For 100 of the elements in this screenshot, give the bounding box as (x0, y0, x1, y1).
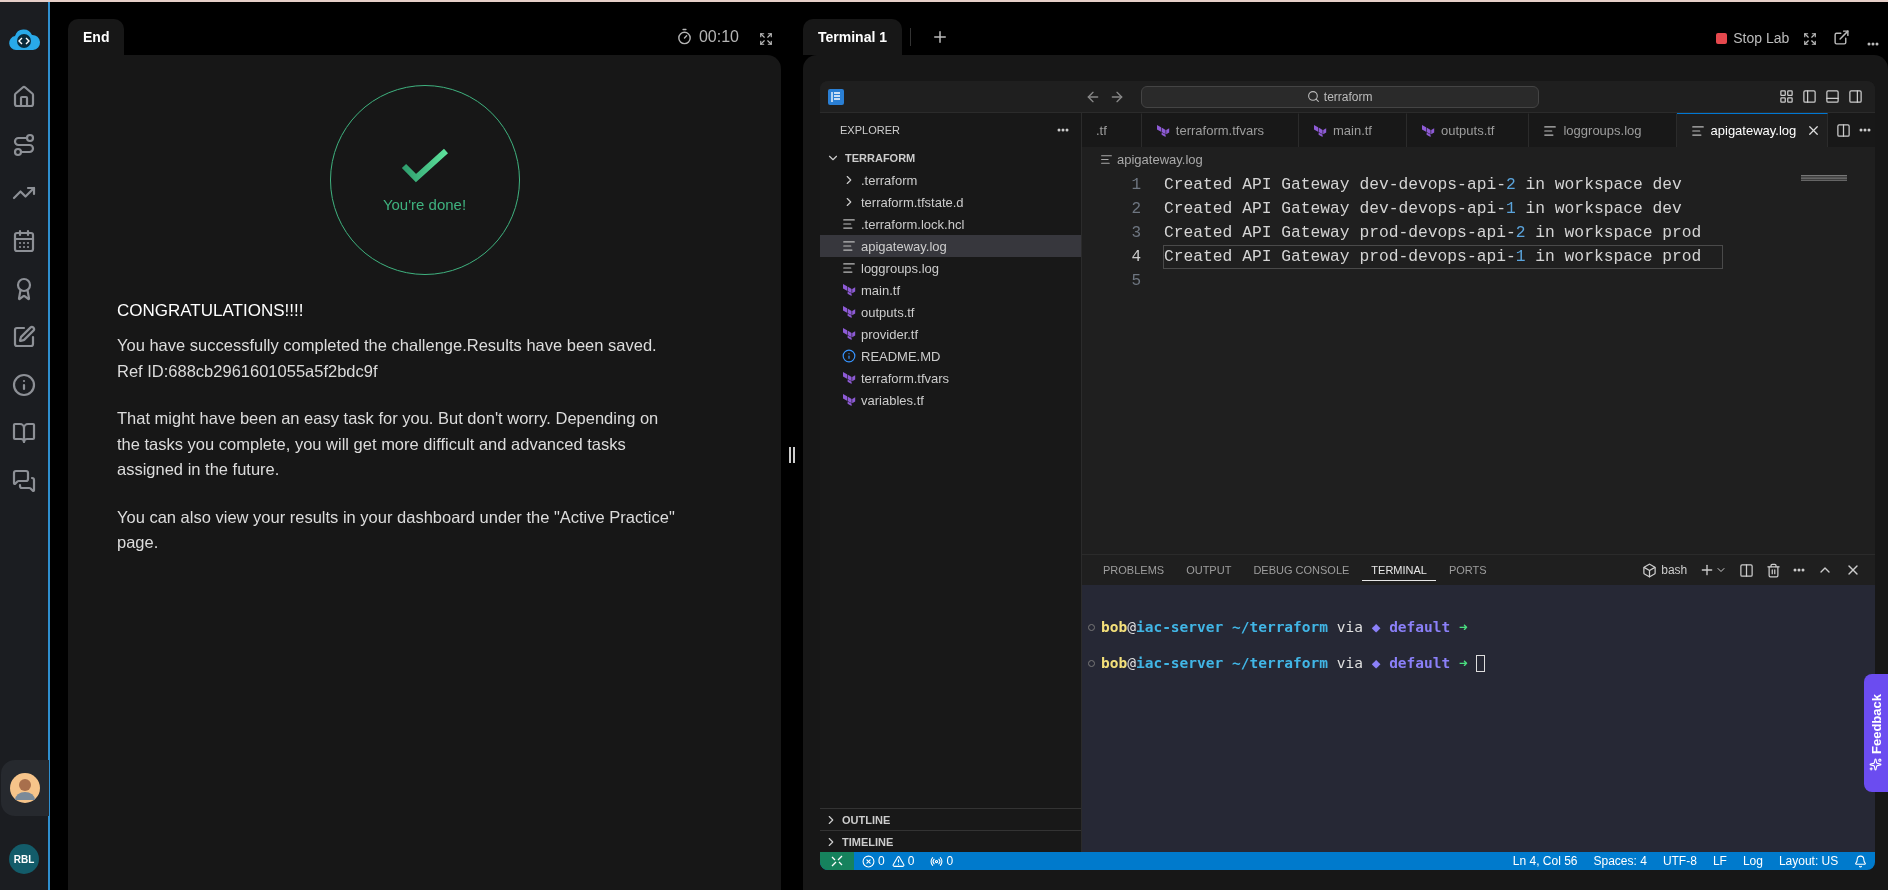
more-icon (1057, 128, 1069, 132)
terraform-icon (1421, 123, 1435, 138)
panel-tab[interactable]: DEBUG CONSOLE (1244, 559, 1359, 581)
message-paragraph: You have successfully completed the challenge.Results have been saved. Ref ID:688cb2961601055a5f2bdc9f (117, 335, 658, 382)
terraform-icon (842, 327, 856, 341)
done-text: You're done! (382, 195, 467, 213)
add-tab-button[interactable] (931, 28, 949, 46)
more-icon (1866, 42, 1881, 46)
stop-lab-button[interactable]: Stop Lab (1716, 30, 1790, 46)
file-item[interactable]: apigateway.log (820, 235, 1081, 257)
status-item[interactable]: Layout: US (1770, 852, 1847, 870)
panel-bottom-icon (1825, 89, 1841, 104)
lines-icon (1100, 152, 1113, 166)
message-paragraph: That might have been an easy task for you. But don't worry. Depending on the tasks you complete, you will get more difficult and advanced tasks assigned in the future. (117, 408, 660, 481)
status-item[interactable]: Ln 4, Col 56 (1504, 852, 1586, 870)
search-field[interactable]: terraform (1140, 85, 1539, 108)
file-item[interactable]: loggroups.log (820, 257, 1081, 279)
congrats-heading: CONGRATULATIONS!!!! (117, 301, 305, 321)
more-button[interactable] (1866, 42, 1881, 46)
lines-icon (842, 261, 856, 275)
section-header[interactable]: OUTLINE (820, 808, 1081, 830)
file-item[interactable]: main.tf (820, 279, 1081, 301)
breadcrumb[interactable]: apigateway.log (1082, 147, 1876, 171)
info-icon (12, 373, 36, 397)
trash-icon (1766, 562, 1782, 578)
terraform-icon (1312, 123, 1327, 138)
stop-icon (1716, 32, 1728, 44)
terraform-icon (1155, 123, 1170, 138)
lines-icon (842, 217, 856, 231)
check-icon (400, 147, 449, 184)
file-item[interactable]: terraform.tfvars (820, 367, 1081, 389)
code-line: Created API Gateway dev-devops-api-1 in workspace dev (1163, 198, 1683, 220)
minimap-drawing[interactable] (1801, 175, 1848, 181)
grid-icon (1779, 89, 1795, 104)
terminal-line: bob@iac-server ~/terraform via ◆ default ➜ (1101, 654, 1485, 672)
status-item[interactable]: LF (1704, 852, 1735, 870)
bell-icon (1854, 854, 1868, 868)
file-item[interactable]: .terraform.lock.hcl (820, 213, 1081, 235)
logo-icon[interactable] (7, 28, 41, 52)
expand-icon (759, 32, 773, 46)
line-number: 1 (1130, 176, 1141, 194)
code-line: Created API Gateway dev-devops-api-2 in workspace dev (1163, 174, 1683, 196)
external-link-icon (1833, 29, 1851, 46)
file-item[interactable]: provider.tf (820, 323, 1081, 345)
problems-status[interactable]: 0 0 (854, 852, 923, 870)
editor-tab[interactable]: apigateway.log (1676, 113, 1829, 147)
timer-icon (675, 28, 693, 45)
sparkle-icon (1869, 758, 1883, 772)
panel-tab[interactable]: TERMINAL (1362, 559, 1436, 581)
more-icon (1793, 568, 1806, 572)
terraform-icon (842, 283, 856, 297)
split-icon (1739, 562, 1755, 578)
user-initials[interactable]: RBL (9, 844, 39, 874)
ports-status[interactable]: 0 (922, 852, 962, 870)
explorer-title: EXPLORER (840, 124, 900, 136)
resize-handle-icon[interactable] (789, 446, 795, 463)
expand-button[interactable] (1803, 32, 1818, 46)
split-icon (1836, 122, 1852, 138)
panel-tab[interactable]: PORTS (1439, 559, 1496, 581)
message-paragraph: You can also view your results in your dashboard under the "Active Practice" page. (117, 506, 676, 554)
more-icon (1859, 128, 1872, 132)
avatar[interactable] (10, 773, 40, 803)
edit-icon (12, 325, 36, 349)
status-item[interactable]: Log (1734, 852, 1771, 870)
error-icon (862, 854, 875, 868)
file-item[interactable]: outputs.tf (820, 301, 1081, 323)
panel-left-icon (1802, 89, 1818, 104)
status-item[interactable]: Spaces: 4 (1585, 852, 1655, 870)
terraform-icon (842, 305, 856, 319)
book-icon (12, 421, 36, 445)
warning-icon (891, 854, 905, 868)
code-line: Created API Gateway prod-devops-api-2 in workspace prod (1163, 222, 1703, 244)
panel-tab[interactable]: PROBLEMS (1094, 559, 1174, 581)
folder-item[interactable]: .terraform (820, 169, 1081, 191)
app-logo-icon (828, 88, 844, 105)
line-number: 3 (1130, 224, 1141, 242)
calendar-icon (12, 229, 36, 253)
feedback-button[interactable]: Feedback (1864, 674, 1888, 792)
folder-item[interactable]: TERRAFORM (820, 147, 1081, 169)
home-icon (12, 85, 36, 109)
chat-icon (12, 469, 36, 493)
shell-label[interactable]: bash (1661, 563, 1688, 577)
timer-text: 00:10 (698, 28, 739, 46)
route-icon (12, 133, 36, 157)
remote-button[interactable] (820, 852, 854, 870)
file-item[interactable]: variables.tf (820, 389, 1081, 411)
search-icon (1306, 90, 1320, 103)
file-item[interactable]: README.MD (820, 345, 1081, 367)
remote-icon (831, 855, 843, 867)
status-item[interactable]: UTF-8 (1654, 852, 1705, 870)
line-number: 2 (1130, 200, 1141, 218)
open-external-button[interactable] (1833, 29, 1851, 46)
folder-item[interactable]: terraform.tfstate.d (820, 191, 1081, 213)
panel-tab[interactable]: OUTPUT (1177, 559, 1241, 581)
terraform-icon (842, 371, 856, 385)
panel-right-icon (1848, 89, 1864, 104)
expand-button[interactable] (759, 32, 773, 46)
terminal-line: bob@iac-server ~/terraform via ◆ default ➜ (1101, 619, 1468, 635)
panel-tab[interactable]: End (68, 19, 125, 55)
terminal-tab[interactable]: Terminal 1 (803, 19, 902, 55)
